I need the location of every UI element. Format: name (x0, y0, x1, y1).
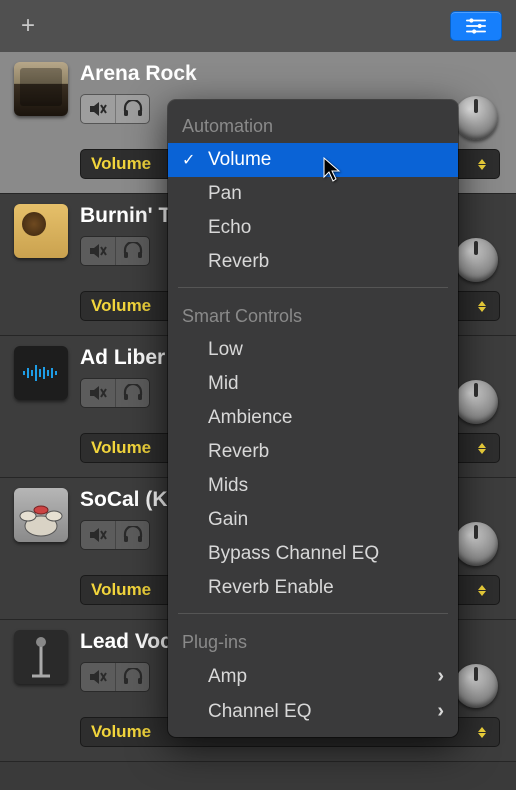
menu-item[interactable]: Reverb (168, 245, 458, 279)
mute-button[interactable] (81, 379, 115, 407)
menu-item[interactable]: Low (168, 333, 458, 367)
menu-item[interactable]: Echo (168, 211, 458, 245)
menu-item[interactable]: Pan (168, 177, 458, 211)
updown-icon (475, 585, 489, 596)
automation-view-button[interactable] (450, 11, 502, 41)
volume-knob[interactable] (454, 522, 498, 566)
menu-separator (178, 287, 448, 288)
updown-icon (475, 727, 489, 738)
menu-item-label: Reverb (208, 441, 269, 463)
menu-item-label: Echo (208, 217, 251, 239)
track-instrument-icon[interactable] (14, 204, 68, 258)
chevron-right-icon: › (437, 665, 444, 688)
checkmark-icon: ✓ (182, 150, 195, 170)
menu-item-label: Mids (208, 475, 248, 497)
automation-parameter-menu: Automation ✓ Volume Pan Echo Reverb Smart Cont… (168, 100, 458, 737)
mouse-cursor (323, 157, 343, 188)
menu-item[interactable]: Gain (168, 503, 458, 537)
menu-item[interactable]: ✓ Volume (168, 143, 458, 177)
volume-knob[interactable] (454, 238, 498, 282)
track-control-group (80, 378, 150, 408)
track-control-group (80, 94, 150, 124)
track-instrument-icon[interactable] (14, 62, 68, 116)
automation-icon (465, 17, 487, 35)
automation-parameter-label: Volume (91, 722, 151, 742)
track-control-group (80, 662, 150, 692)
updown-icon (475, 159, 489, 170)
automation-parameter-label: Volume (91, 438, 151, 458)
menu-separator (178, 613, 448, 614)
menu-item[interactable]: Ambience (168, 401, 458, 435)
menu-item[interactable]: Reverb Enable (168, 571, 458, 605)
headphones-button[interactable] (115, 663, 149, 691)
menu-item-label: Reverb Enable (208, 577, 334, 599)
menu-section-title: Automation (168, 106, 458, 143)
menu-item-label: Pan (208, 183, 242, 205)
volume-knob[interactable] (454, 96, 498, 140)
mute-button[interactable] (81, 663, 115, 691)
mute-button[interactable] (81, 237, 115, 265)
track-control-group (80, 236, 150, 266)
automation-parameter-label: Volume (91, 580, 151, 600)
menu-item[interactable]: Amp › (168, 659, 458, 694)
menu-item-label: Low (208, 339, 243, 361)
track-name[interactable]: Arena Rock (80, 62, 502, 86)
volume-knob[interactable] (454, 380, 498, 424)
menu-item[interactable]: Mids (168, 469, 458, 503)
menu-item-label: Ambience (208, 407, 293, 429)
updown-icon (475, 301, 489, 312)
toolbar: + (0, 0, 516, 52)
menu-section-title: Plug-ins (168, 622, 458, 659)
menu-item[interactable]: Mid (168, 367, 458, 401)
track-instrument-icon[interactable] (14, 630, 68, 684)
menu-item[interactable]: Bypass Channel EQ (168, 537, 458, 571)
menu-item-label: Amp (208, 666, 247, 688)
menu-item-label: Channel EQ (208, 701, 312, 723)
menu-item[interactable]: Reverb (168, 435, 458, 469)
chevron-right-icon: › (437, 700, 444, 723)
menu-item-label: Mid (208, 373, 239, 395)
track-instrument-icon[interactable] (14, 346, 68, 400)
automation-parameter-label: Volume (91, 154, 151, 174)
volume-knob[interactable] (454, 664, 498, 708)
mute-button[interactable] (81, 95, 115, 123)
menu-item-label: Volume (208, 149, 271, 171)
headphones-button[interactable] (115, 237, 149, 265)
menu-item-label: Gain (208, 509, 248, 531)
track-instrument-icon[interactable] (14, 488, 68, 542)
menu-item[interactable]: Channel EQ › (168, 694, 458, 729)
menu-item-label: Bypass Channel EQ (208, 543, 379, 565)
updown-icon (475, 443, 489, 454)
add-track-button[interactable]: + (14, 12, 42, 40)
menu-section-title: Smart Controls (168, 296, 458, 333)
track-control-group (80, 520, 150, 550)
mute-button[interactable] (81, 521, 115, 549)
automation-parameter-label: Volume (91, 296, 151, 316)
headphones-button[interactable] (115, 521, 149, 549)
headphones-button[interactable] (115, 95, 149, 123)
menu-item-label: Reverb (208, 251, 269, 273)
headphones-button[interactable] (115, 379, 149, 407)
